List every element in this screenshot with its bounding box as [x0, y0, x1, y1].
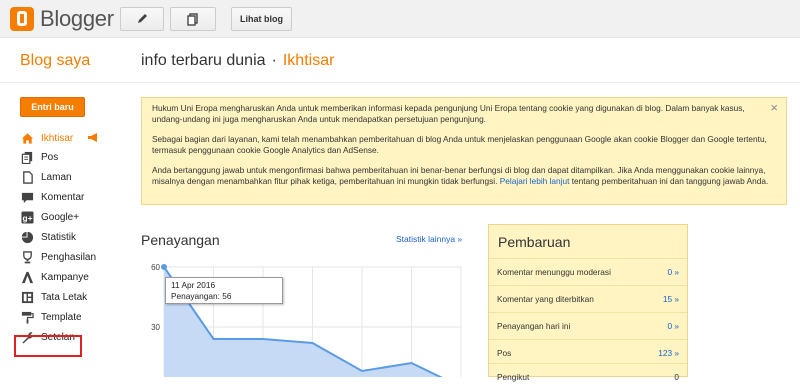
- comment-icon: [20, 190, 34, 204]
- update-row-posts: Pos 123 »: [489, 339, 687, 366]
- y-tick-label: 30: [151, 323, 160, 332]
- page-icon: [20, 170, 34, 184]
- documents-icon: [187, 13, 198, 26]
- update-value[interactable]: 123 »: [658, 348, 679, 358]
- home-icon: [20, 131, 34, 145]
- pie-chart-icon: [20, 230, 34, 244]
- views-chart: 60 30: [151, 263, 462, 377]
- paint-roller-icon: [20, 310, 34, 324]
- section-name: Ikhtisar: [282, 52, 335, 69]
- y-tick-label: 60: [151, 263, 160, 272]
- views-title: Penayangan: [141, 232, 220, 248]
- sidebar-item-label: Komentar: [41, 191, 85, 203]
- update-label: Pengikut: [497, 372, 530, 382]
- close-icon[interactable]: ×: [770, 101, 778, 114]
- sidebar-item-campaigns[interactable]: Kampanye: [20, 268, 120, 286]
- update-value[interactable]: 15 »: [663, 294, 679, 304]
- update-row-pending-comments: Komentar menunggu moderasi 0 »: [489, 258, 687, 285]
- app-name[interactable]: Blogger: [40, 6, 114, 32]
- page-title: info terbaru dunia · Ikhtisar: [141, 52, 334, 70]
- sidebar-item-pages[interactable]: Laman: [20, 168, 120, 186]
- posts-button[interactable]: [170, 7, 216, 31]
- title-separator: ·: [271, 52, 277, 69]
- update-row-published-comments: Komentar yang diterbitkan 15 »: [489, 285, 687, 312]
- sidebar-item-label: Ikhtisar: [41, 132, 74, 144]
- sidebar-item-earnings[interactable]: Penghasilan: [20, 248, 120, 266]
- sidebar-item-posts[interactable]: Pos: [20, 148, 120, 166]
- google-plus-icon: g+: [20, 210, 34, 224]
- notice-paragraph: Sebagai bagian dari layanan, kami telah …: [152, 134, 767, 155]
- update-label: Komentar menunggu moderasi: [497, 267, 611, 277]
- header: Blog saya info terbaru dunia · Ikhtisar: [0, 39, 800, 83]
- update-label: Penayangan hari ini: [497, 321, 571, 331]
- chart-tooltip: 11 Apr 2016 Penayangan: 56: [165, 277, 283, 304]
- cookie-notice: Hukum Uni Eropa mengharuskan Anda untuk …: [141, 97, 787, 205]
- sidebar-item-label: Laman: [41, 171, 72, 183]
- blog-name[interactable]: info terbaru dunia: [141, 52, 266, 69]
- updates-title: Pembaruan: [498, 234, 571, 250]
- sidebar-item-label: Tata Letak: [41, 291, 88, 303]
- update-value[interactable]: 0 »: [667, 321, 679, 331]
- documents-icon: [20, 150, 34, 164]
- campaign-icon: [20, 270, 34, 284]
- learn-more-link[interactable]: Pelajari lebih lanjut: [500, 176, 570, 186]
- layout-icon: [20, 290, 34, 304]
- update-label: Pos: [497, 348, 512, 358]
- sidebar-item-label: Kampanye: [41, 271, 89, 283]
- sidebar-item-label: Statistik: [41, 231, 77, 243]
- sidebar-item-label: Penghasilan: [41, 251, 97, 263]
- sidebar-item-label: Pos: [41, 151, 59, 163]
- blogger-logo-icon[interactable]: [10, 7, 34, 31]
- sidebar-item-label: Template: [41, 311, 82, 323]
- sidebar-item-overview[interactable]: Ikhtisar: [20, 129, 120, 147]
- tooltip-date: 11 Apr 2016: [171, 280, 216, 290]
- tooltip-value: Penayangan: 56: [171, 290, 232, 301]
- view-blog-button[interactable]: Lihat blog: [231, 7, 292, 31]
- svg-text:g+: g+: [22, 212, 32, 222]
- megaphone-icon: [88, 133, 97, 142]
- trophy-icon: [20, 250, 34, 264]
- sidebar-item-stats[interactable]: Statistik: [20, 228, 120, 246]
- more-stats-link[interactable]: Statistik lainnya »: [396, 234, 462, 244]
- new-post-button[interactable]: Entri baru: [20, 97, 85, 117]
- sidebar-item-label: Google+: [41, 211, 80, 223]
- data-point[interactable]: [161, 264, 167, 270]
- sidebar-item-template[interactable]: Template: [20, 308, 120, 326]
- pencil-icon: [138, 14, 147, 23]
- updates-panel: Pembaruan Komentar menunggu moderasi 0 »…: [488, 224, 688, 382]
- notice-paragraph: Hukum Uni Eropa mengharuskan Anda untuk …: [152, 103, 745, 124]
- update-value[interactable]: 0 »: [667, 267, 679, 277]
- update-row-views-today: Penayangan hari ini 0 »: [489, 312, 687, 339]
- sidebar-item-layout[interactable]: Tata Letak: [20, 288, 120, 306]
- sidebar-item-comments[interactable]: Komentar: [20, 188, 120, 206]
- sidebar-item-google-plus[interactable]: g+ Google+: [20, 208, 120, 226]
- my-blogs-link[interactable]: Blog saya: [20, 52, 90, 70]
- edit-button[interactable]: [120, 7, 164, 31]
- update-value: 0: [674, 372, 679, 382]
- top-bar: Blogger Lihat blog: [0, 0, 800, 38]
- notice-text: tentang pemberitahuan ini dan tanggung j…: [571, 176, 769, 186]
- update-label: Komentar yang diterbitkan: [497, 294, 594, 304]
- notice-paragraph: Anda bertanggung jawab untuk mengonfirma…: [152, 165, 776, 187]
- settings-highlight: [14, 335, 82, 357]
